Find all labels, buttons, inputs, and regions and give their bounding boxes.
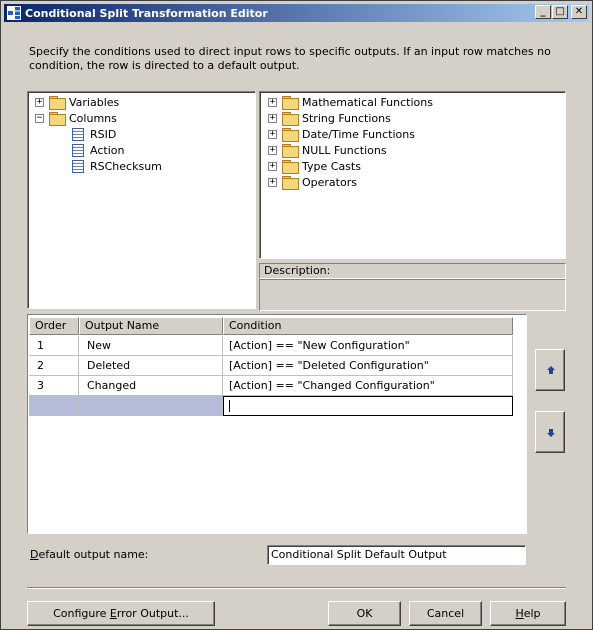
tree-item-column-rschecksum[interactable]: RSChecksum [72, 158, 162, 174]
folder-icon [282, 112, 299, 126]
help-button[interactable]: Help [490, 601, 566, 626]
expand-icon[interactable]: + [268, 97, 277, 107]
column-header-order[interactable]: Order [29, 317, 79, 335]
tree-item-columns[interactable]: − Columns [35, 110, 117, 126]
column-icon [72, 127, 84, 141]
tree-item-label: Date/Time Functions [302, 127, 415, 141]
folder-icon [49, 96, 66, 110]
new-row-output-name-cell[interactable] [79, 396, 223, 416]
column-icon [72, 143, 84, 157]
folder-icon [282, 176, 299, 190]
column-header-condition[interactable]: Condition [223, 317, 513, 335]
expand-icon[interactable]: + [268, 161, 277, 171]
text-caret [229, 400, 230, 412]
functions-tree[interactable]: + Mathematical Functions + String Functi… [259, 91, 566, 259]
window-title: Conditional Split Transformation Editor [25, 6, 268, 20]
separator [27, 587, 566, 589]
instructions-text: Specify the conditions used to direct in… [29, 45, 551, 72]
default-output-name-input[interactable]: Conditional Split Default Output [267, 545, 526, 565]
tree-item-null-functions[interactable]: + NULL Functions [268, 142, 387, 158]
arrow-up-icon [547, 366, 555, 374]
collapse-icon[interactable]: − [35, 113, 44, 123]
expand-icon[interactable]: + [268, 145, 277, 155]
cell-condition[interactable]: [Action] == "Deleted Configuration" [223, 356, 513, 376]
cell-order[interactable]: 1 [29, 336, 79, 356]
move-up-button[interactable] [535, 349, 565, 391]
columns-tree[interactable]: + Variables − Columns RSID Action RSChec… [27, 91, 256, 309]
cell-order[interactable]: 3 [29, 376, 79, 396]
window-controls: _ □ ✕ [535, 5, 587, 19]
expand-icon[interactable]: + [268, 177, 277, 187]
tree-item-label: Action [90, 143, 125, 157]
expand-icon[interactable]: + [268, 113, 277, 123]
folder-icon [282, 144, 299, 158]
app-icon [7, 6, 21, 20]
cell-order[interactable]: 2 [29, 356, 79, 376]
cell-condition[interactable]: [Action] == "Changed Configuration" [223, 376, 513, 396]
tree-item-label: Variables [69, 95, 120, 109]
cell-output-name[interactable]: Changed [79, 376, 223, 396]
tree-item-variables[interactable]: + Variables [35, 94, 119, 110]
minimize-button[interactable]: _ [535, 5, 551, 19]
folder-icon [282, 96, 299, 110]
tree-item-column-rsid[interactable]: RSID [72, 126, 116, 142]
tree-item-label: String Functions [302, 111, 391, 125]
default-output-label: Default output name: [30, 548, 149, 561]
folder-icon [49, 112, 66, 126]
tree-item-label: RSID [90, 127, 117, 141]
conditions-grid[interactable]: Order Output Name Condition 1 New [Actio… [27, 314, 527, 534]
tree-item-label: RSChecksum [90, 159, 162, 173]
tree-item-datetime-functions[interactable]: + Date/Time Functions [268, 126, 415, 142]
cancel-button[interactable]: Cancel [409, 601, 482, 626]
title-bar[interactable]: Conditional Split Transformation Editor … [4, 4, 589, 22]
tree-item-type-casts[interactable]: + Type Casts [268, 158, 361, 174]
tree-item-label: Mathematical Functions [302, 95, 433, 109]
cell-output-name[interactable]: New [79, 336, 223, 356]
column-header-output-name[interactable]: Output Name [79, 317, 223, 335]
configure-error-output-button[interactable]: Configure Error Output... [27, 601, 215, 626]
description-label: Description: [259, 263, 566, 279]
arrow-down-icon [547, 429, 555, 437]
new-row-order-cell[interactable] [29, 396, 79, 416]
tree-item-label: Operators [302, 175, 357, 189]
expand-icon[interactable]: + [35, 97, 44, 107]
column-icon [72, 159, 84, 173]
tree-item-label: NULL Functions [302, 143, 387, 157]
close-button[interactable]: ✕ [571, 5, 587, 19]
tree-item-string-functions[interactable]: + String Functions [268, 110, 391, 126]
description-box [259, 279, 566, 311]
ok-button[interactable]: OK [328, 601, 401, 626]
cell-condition[interactable]: [Action] == "New Configuration" [223, 336, 513, 356]
move-down-button[interactable] [535, 411, 565, 453]
cell-output-name[interactable]: Deleted [79, 356, 223, 376]
tree-item-mathematical-functions[interactable]: + Mathematical Functions [268, 94, 433, 110]
tree-item-label: Columns [69, 111, 117, 125]
conditional-split-editor-window: Conditional Split Transformation Editor … [0, 0, 593, 630]
folder-icon [282, 160, 299, 174]
tree-item-label: Type Casts [302, 159, 361, 173]
maximize-button[interactable]: □ [552, 5, 568, 19]
new-row-condition-editor[interactable] [223, 396, 513, 416]
tree-item-operators[interactable]: + Operators [268, 174, 357, 190]
folder-icon [282, 128, 299, 142]
tree-item-column-action[interactable]: Action [72, 142, 124, 158]
expand-icon[interactable]: + [268, 129, 277, 139]
